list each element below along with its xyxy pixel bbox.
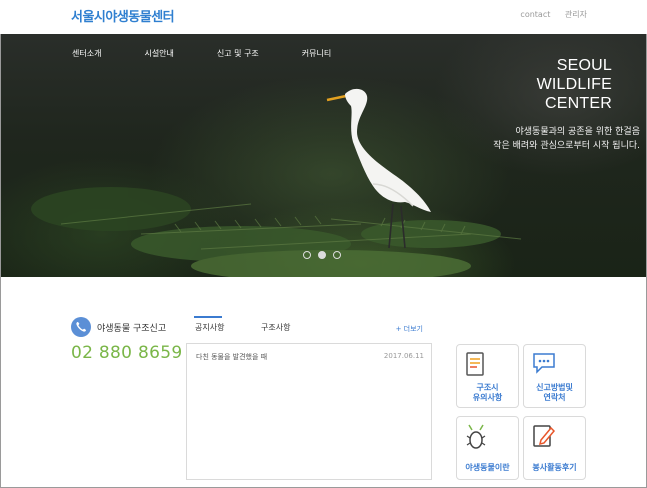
hero-title: SEOUL WILDLIFE CENTER bbox=[537, 56, 612, 113]
hotline-label: 야생동물 구조신고 bbox=[97, 324, 167, 334]
board-tabs: 공지사항 구조사항 + 더보기 bbox=[186, 316, 432, 340]
hotline-number[interactable]: 02 880 8659 bbox=[71, 343, 182, 363]
notice-title[interactable]: 다친 동물을 발견했을 때 bbox=[196, 353, 267, 361]
top-links: contact 관리자 bbox=[508, 9, 587, 20]
notice-list: 다친 동물을 발견했을 때 2017.06.11 bbox=[186, 343, 432, 480]
hero-title-line: WILDLIFE bbox=[536, 76, 612, 93]
card-volunteer-review[interactable]: 봉사활동후기 bbox=[523, 416, 586, 480]
card-label: 야생동물이란 bbox=[457, 463, 518, 473]
card-label-text: 구조시 유의사항 bbox=[472, 383, 503, 402]
notice-date: 2017.06.11 bbox=[383, 352, 424, 360]
card-label-text: 봉사활동후기 bbox=[532, 463, 577, 472]
card-about-wildlife[interactable]: 야생동물이란 bbox=[456, 416, 519, 480]
hero-subtitle: 야생동물과의 공존을 위한 한걸음 작은 배려와 관심으로부터 시작 됩니다. bbox=[493, 125, 640, 153]
nav-item-community[interactable]: 커뮤니티 bbox=[302, 48, 331, 59]
slide-dot-3[interactable] bbox=[333, 251, 341, 259]
main-nav: 센터소개 시설안내 신고 및 구조 커뮤니티 bbox=[72, 48, 374, 59]
list-item[interactable]: 다친 동물을 발견했을 때 2017.06.11 bbox=[196, 352, 424, 362]
more-link[interactable]: + 더보기 bbox=[396, 324, 423, 334]
nav-item-report-rescue[interactable]: 신고 및 구조 bbox=[217, 48, 259, 59]
top-bar: 서울시야생동물센터 contact 관리자 bbox=[0, 0, 647, 34]
card-rescue-precautions[interactable]: 구조시 유의사항 bbox=[456, 344, 519, 408]
hero-title-line: SEOUL bbox=[556, 57, 612, 74]
pencil-icon bbox=[533, 425, 556, 447]
card-label: 구조시 유의사항 bbox=[457, 383, 518, 403]
hero-subtitle-line: 야생동물과의 공존을 위한 한걸음 bbox=[515, 127, 640, 137]
active-tab-indicator bbox=[194, 316, 222, 318]
nav-item-center-intro[interactable]: 센터소개 bbox=[72, 48, 101, 59]
chat-bubble-icon bbox=[533, 353, 555, 374]
card-report-contact[interactable]: 신고방법및 연락처 bbox=[523, 344, 586, 408]
slide-dot-2[interactable] bbox=[318, 251, 326, 259]
slide-indicators bbox=[303, 251, 341, 259]
card-label: 봉사활동후기 bbox=[524, 463, 585, 473]
card-label-text: 신고방법및 연락처 bbox=[536, 383, 573, 402]
tab-rescue[interactable]: 구조사항 bbox=[261, 322, 290, 333]
hero-subtitle-line: 작은 배려와 관심으로부터 시작 됩니다. bbox=[493, 141, 640, 151]
nav-item-facility[interactable]: 시설안내 bbox=[144, 48, 173, 59]
card-label: 신고방법및 연락처 bbox=[524, 383, 585, 403]
hero-banner: 센터소개 시설안내 신고 및 구조 커뮤니티 SEOUL WILDLIFE CE… bbox=[1, 34, 646, 277]
bug-icon bbox=[466, 424, 486, 449]
slide-dot-1[interactable] bbox=[303, 251, 311, 259]
card-label-text: 야생동물이란 bbox=[465, 463, 510, 472]
phone-icon bbox=[71, 317, 91, 337]
admin-link[interactable]: 관리자 bbox=[565, 10, 587, 19]
site-logo[interactable]: 서울시야생동물센터 bbox=[71, 6, 175, 25]
tab-notice[interactable]: 공지사항 bbox=[195, 322, 224, 333]
contact-link[interactable]: contact bbox=[520, 10, 550, 19]
document-icon bbox=[466, 352, 484, 376]
hero-title-line: CENTER bbox=[545, 95, 612, 112]
